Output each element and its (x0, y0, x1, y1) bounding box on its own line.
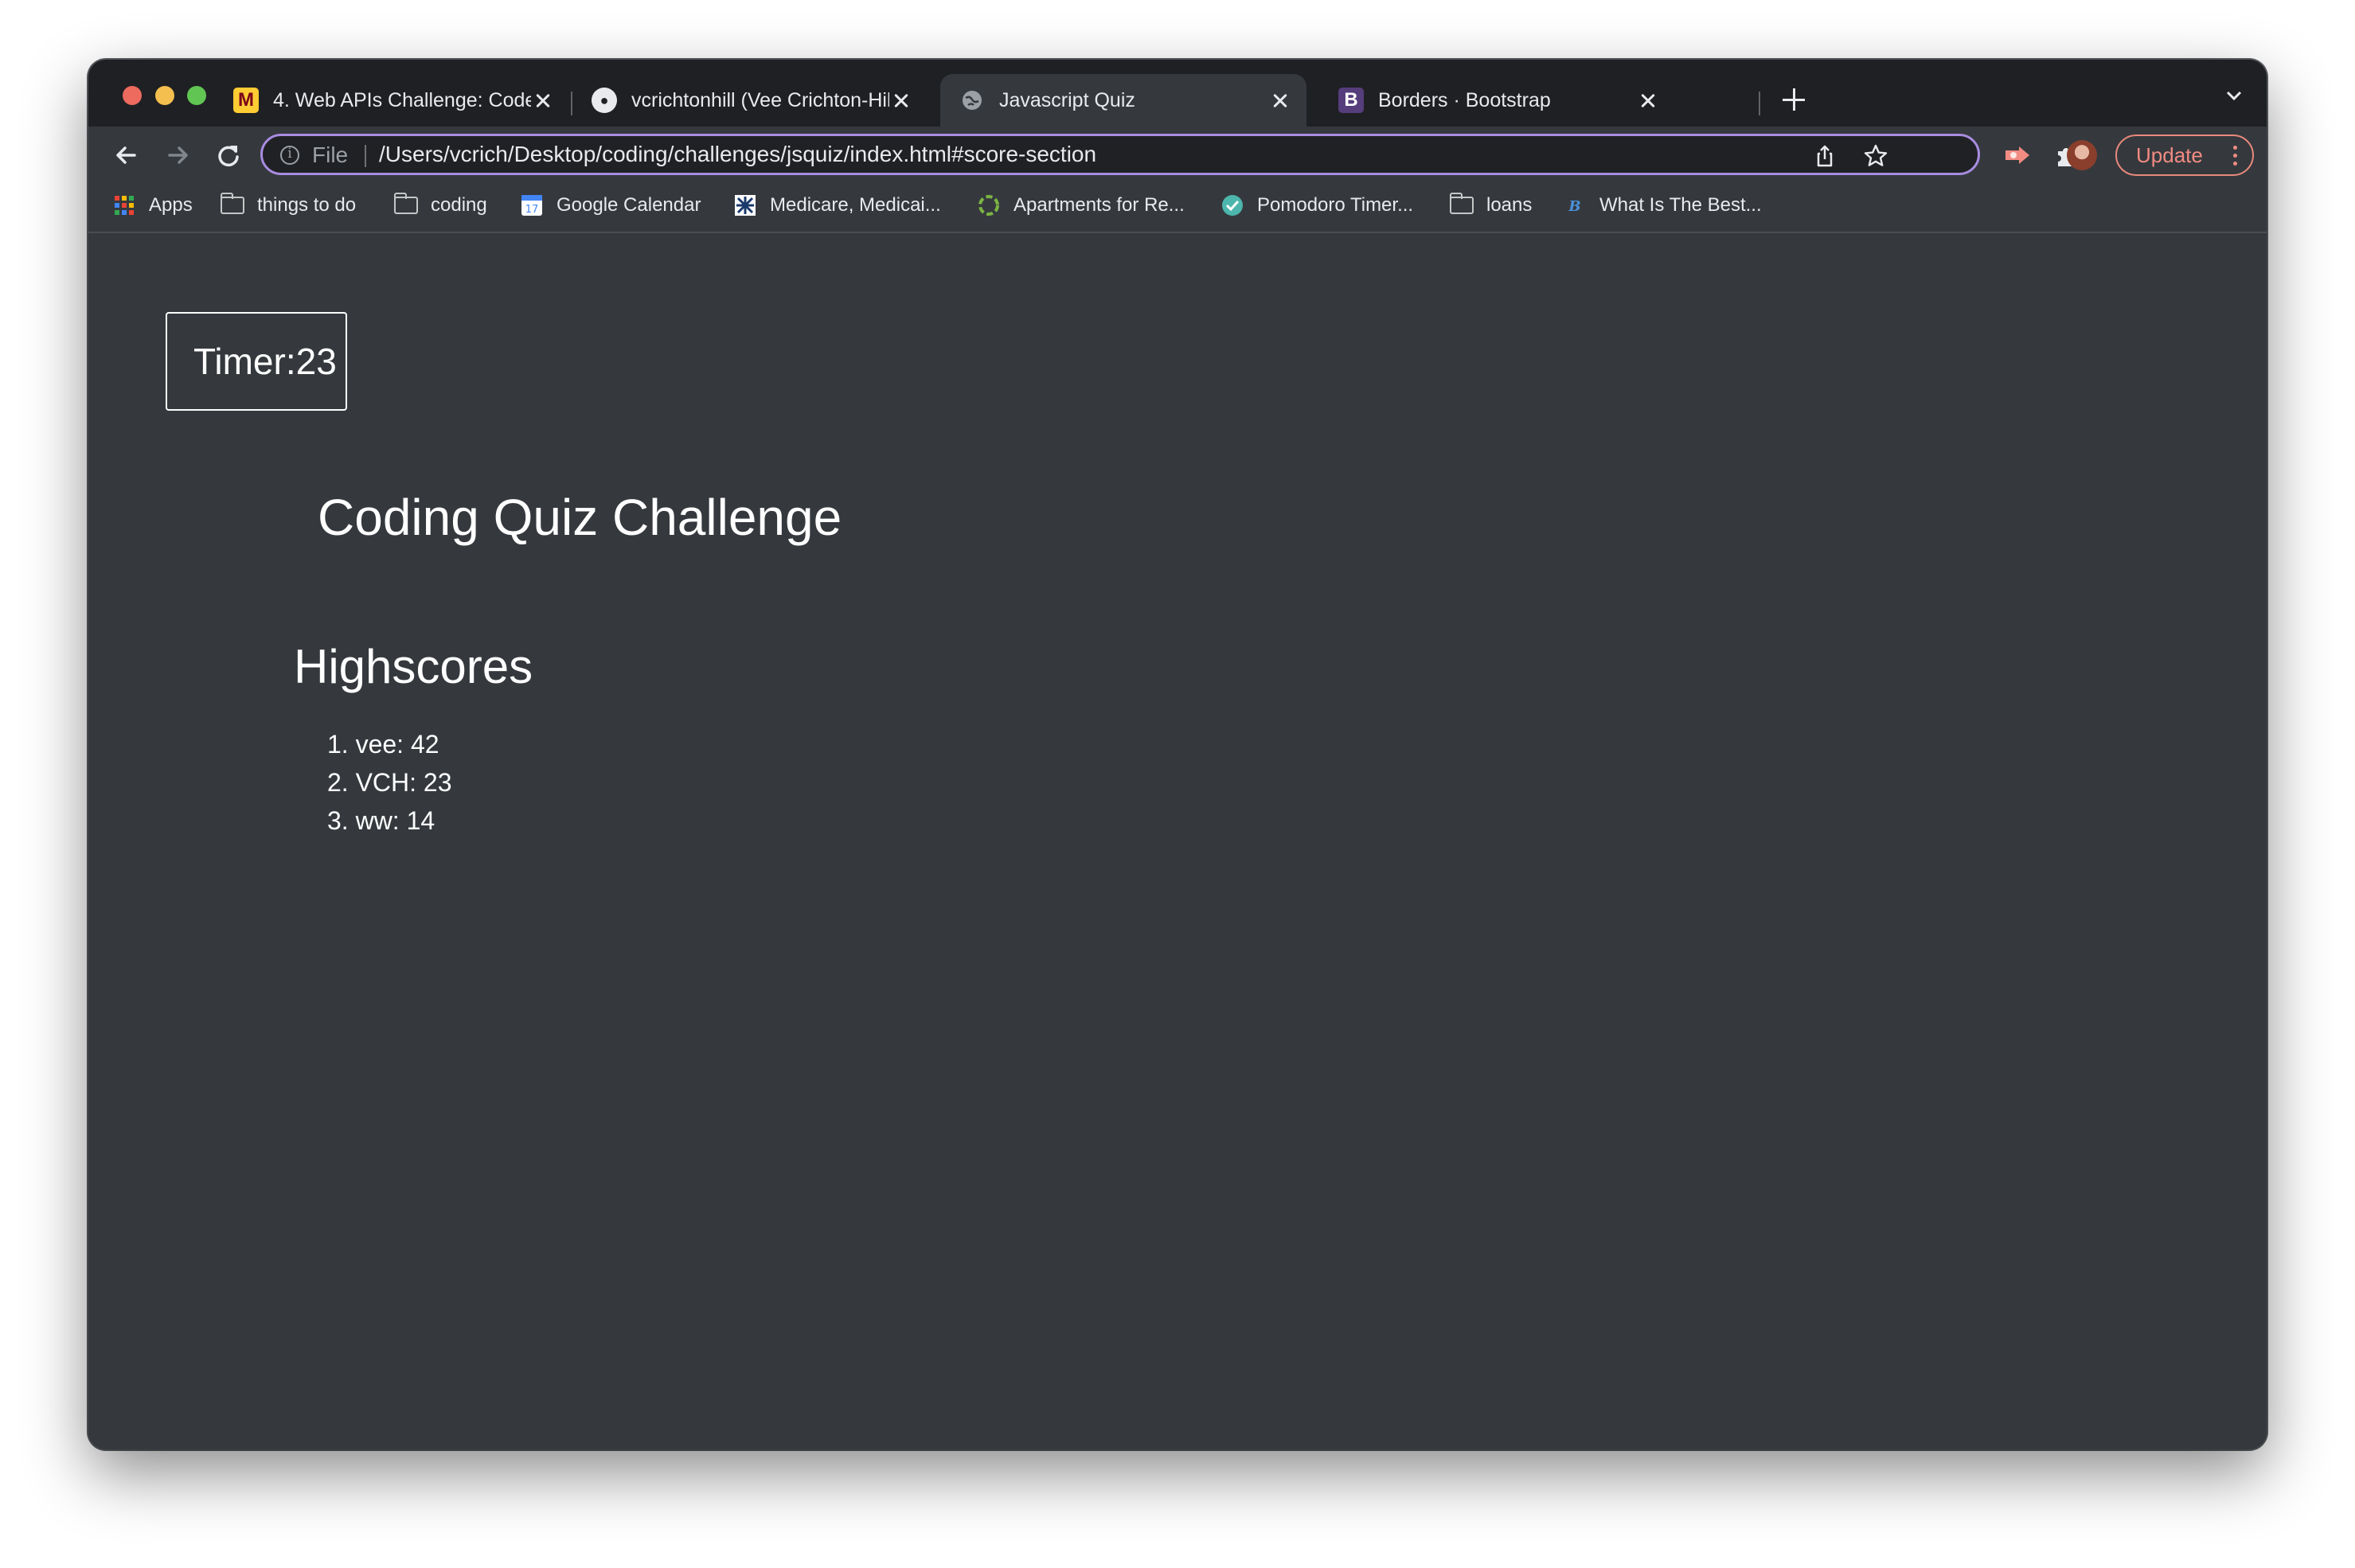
page-content: Timer:23 Coding Quiz Challenge Highscore… (88, 233, 2267, 1449)
url-scheme-label: File (312, 142, 349, 167)
tab-web-apis-challenge[interactable]: M 4. Web APIs Challenge: Code Quiz (214, 74, 569, 127)
maximize-window-button[interactable] (187, 86, 206, 105)
university-m-icon: M (233, 88, 259, 113)
bookmark-label: things to do (257, 194, 357, 216)
timer-text: Timer:23 (193, 341, 337, 382)
url-text[interactable]: /Users/vcrich/Desktop/coding/challenges/… (379, 142, 1096, 167)
bookmark-label: Medicare, Medicai... (770, 194, 941, 216)
list-item: 1. vee: 42 (327, 730, 439, 759)
close-tab-icon[interactable] (1268, 88, 1292, 112)
more-menu-icon[interactable] (2233, 146, 2238, 166)
minimize-window-button[interactable] (155, 86, 174, 105)
list-item: 2. VCH: 23 (327, 768, 452, 797)
tab-title: 4. Web APIs Challenge: Code Quiz (273, 88, 531, 111)
close-tab-icon[interactable] (531, 88, 555, 112)
tab-title: vcrichtonhill (Vee Crichton-Hill) (631, 88, 889, 111)
bookmark-label: coding (431, 194, 487, 216)
address-bar[interactable]: File /Users/vcrich/Desktop/coding/challe… (260, 134, 1980, 175)
tab-github[interactable]: ● vcrichtonhill (Vee Crichton-Hill) (572, 74, 928, 127)
tab-title: Borders · Bootstrap (1378, 88, 1551, 111)
tab-title: Javascript Quiz (999, 88, 1135, 111)
tab-javascript-quiz[interactable]: Javascript Quiz (940, 74, 1306, 127)
site-icon: B (1563, 193, 1587, 217)
bootstrap-icon: B (1338, 88, 1364, 113)
svg-text:B: B (1568, 198, 1580, 215)
forward-arrow-icon[interactable] (160, 138, 195, 173)
bookmark-label: Google Calendar (557, 194, 701, 216)
close-tab-icon[interactable] (889, 88, 913, 112)
bookmark-label: Apartments for Re... (1013, 194, 1185, 216)
back-arrow-icon[interactable] (109, 138, 144, 173)
apps-grid-icon (112, 193, 136, 217)
folder-icon (220, 193, 244, 217)
bookmark-label: What Is The Best... (1599, 194, 1762, 216)
folder-icon (393, 193, 418, 217)
bookmark-medicare[interactable]: Medicare, Medicai... (733, 193, 941, 217)
bookmark-apartments[interactable]: Apartments for Re... (977, 193, 1185, 217)
bookmark-what-is-the-best[interactable]: B What Is The Best... (1563, 193, 1762, 217)
divider (365, 145, 366, 167)
close-tab-icon[interactable] (1636, 88, 1660, 112)
svg-text:17: 17 (525, 204, 539, 216)
timer-box: Timer:23 (166, 312, 347, 411)
tab-strip: M 4. Web APIs Challenge: Code Quiz ● vcr… (88, 60, 2267, 127)
bookmark-things-to-do[interactable]: things to do (220, 193, 357, 217)
browser-toolbar: File /Users/vcrich/Desktop/coding/challe… (88, 127, 2267, 184)
profile-avatar[interactable] (2067, 140, 2097, 170)
medicare-icon (733, 193, 757, 217)
update-label: Update (2136, 142, 2203, 167)
recycle-icon (977, 193, 1001, 217)
reload-icon[interactable] (211, 138, 246, 173)
tab-bootstrap-borders[interactable]: B Borders · Bootstrap (1319, 74, 1674, 127)
new-tab-icon[interactable] (1778, 84, 1810, 115)
share-icon[interactable] (1812, 143, 1838, 169)
bookmarks-bar: Apps things to do coding 17 Google Calen… (88, 184, 2267, 233)
bookmark-label: Apps (149, 194, 193, 216)
tab-search-chevron-icon[interactable] (2225, 87, 2243, 104)
bookmark-coding[interactable]: coding (393, 193, 487, 217)
browser-window: M 4. Web APIs Challenge: Code Quiz ● vcr… (88, 60, 2267, 1449)
close-window-button[interactable] (123, 86, 142, 105)
bookmark-loans[interactable]: loans (1449, 193, 1533, 217)
site-info-icon[interactable] (280, 146, 299, 165)
bookmark-pomodoro[interactable]: Pomodoro Timer... (1220, 193, 1413, 217)
bookmark-google-calendar[interactable]: 17 Google Calendar (520, 193, 701, 217)
check-circle-icon (1220, 193, 1244, 217)
highscores-heading: Highscores (294, 640, 533, 693)
folder-icon (1449, 193, 1474, 217)
tab-separator (1759, 92, 1760, 115)
screencast-extension-icon[interactable] (2003, 141, 2032, 170)
bookmark-label: loans (1486, 194, 1533, 216)
bookmark-apps[interactable]: Apps (112, 193, 193, 217)
list-item: 3. ww: 14 (327, 806, 435, 835)
globe-icon (959, 88, 985, 113)
github-icon: ● (592, 88, 617, 113)
update-button[interactable]: Update (2115, 135, 2254, 176)
page-title: Coding Quiz Challenge (318, 489, 842, 546)
calendar-icon: 17 (520, 193, 544, 217)
bookmark-star-icon[interactable] (1863, 143, 1888, 169)
bookmark-label: Pomodoro Timer... (1257, 194, 1414, 216)
highscores-list: 1. vee: 42 2. VCH: 23 3. ww: 14 (327, 725, 452, 840)
